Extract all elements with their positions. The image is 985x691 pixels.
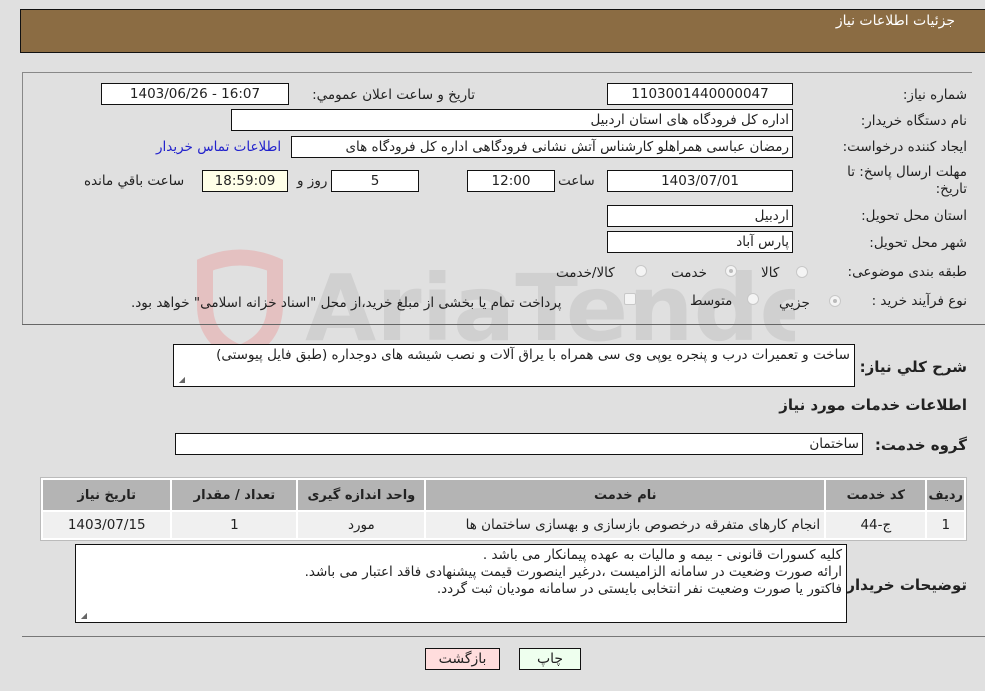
buyer-notes-line: کلیه کسورات قانونی - بیمه و مالیات به عه… xyxy=(482,547,842,563)
table-header-row: ردیف کد خدمت نام خدمت واحد اندازه گیری ت… xyxy=(43,480,964,510)
category-radio-goods-service[interactable] xyxy=(635,265,647,277)
description-text: ساخت و تعمیرات درب و پنجره یوپی وی سی هم… xyxy=(216,347,850,363)
category-label: طبقه بندی موضوعی: xyxy=(847,264,967,280)
buyer-notes-line: ارائه صورت وضعیت در سامانه الزامیست ،درغ… xyxy=(304,564,842,580)
col-row-number: ردیف xyxy=(927,480,964,510)
cell-row-number: 1 xyxy=(927,512,964,538)
process-type-label: نوع فرآیند خرید : xyxy=(871,293,967,309)
cell-unit: مورد xyxy=(298,512,425,538)
buyer-org-field: اداره کل فرودگاه های استان اردبیل xyxy=(231,109,793,131)
need-number-label: شماره نیاز: xyxy=(902,87,967,103)
category-option-service: خدمت xyxy=(671,265,707,281)
description-field[interactable]: ساخت و تعمیرات درب و پنجره یوپی وی سی هم… xyxy=(173,344,855,387)
print-button[interactable]: چاپ xyxy=(519,648,581,670)
delivery-province-label: استان محل تحویل: xyxy=(861,208,967,224)
delivery-province-field: اردبیل xyxy=(607,205,793,227)
requester-field: رمضان عباسی همراهلو کارشناس آتش نشانی فر… xyxy=(291,136,793,158)
resize-grip-icon[interactable]: ◢ xyxy=(79,612,87,620)
col-service-code: کد خدمت xyxy=(826,480,926,510)
services-section-title: اطلاعات خدمات مورد نیاز xyxy=(779,396,967,414)
buyer-notes-line: فاکتور یا صورت وضعیت نفر انتخابی بایستی … xyxy=(436,581,842,597)
need-number-field: 1103001440000047 xyxy=(607,83,793,105)
col-need-date: تاریخ نیاز xyxy=(43,480,171,510)
footer-divider xyxy=(22,636,985,637)
category-option-goods: کالا xyxy=(761,265,780,281)
time-remaining-field: 18:59:09 xyxy=(202,170,288,192)
announce-datetime-label: تاریخ و ساعت اعلان عمومي: xyxy=(312,87,475,103)
deadline-label: مهلت ارسال پاسخ: تا تاریخ: xyxy=(847,164,967,197)
process-option-minor: جزیي xyxy=(779,295,810,311)
table-row: 1 ج-44 انجام کارهای متفرقه درخصوص بازساز… xyxy=(43,512,964,538)
cell-need-date: 1403/07/15 xyxy=(43,512,171,538)
deadline-time-label: ساعت xyxy=(558,173,595,189)
process-radio-minor[interactable] xyxy=(829,295,841,307)
page-title: جزئیات اطلاعات نیاز xyxy=(835,13,955,29)
buyer-notes-field[interactable]: کلیه کسورات قانونی - بیمه و مالیات به عه… xyxy=(75,544,847,623)
deadline-time-field: 12:00 xyxy=(467,170,555,192)
col-unit: واحد اندازه گیری xyxy=(298,480,425,510)
process-radio-medium[interactable] xyxy=(747,293,759,305)
days-remaining-field: 5 xyxy=(331,170,419,192)
treasury-note: پرداخت تمام یا بخشی از مبلغ خرید،از محل … xyxy=(131,295,562,311)
services-table: ردیف کد خدمت نام خدمت واحد اندازه گیری ت… xyxy=(40,477,967,541)
deadline-date-field: 1403/07/01 xyxy=(607,170,793,192)
cell-service-code: ج-44 xyxy=(826,512,926,538)
days-label: روز و xyxy=(297,173,328,189)
panel-divider xyxy=(22,324,985,325)
cell-service-name: انجام کارهای متفرقه درخصوص بازسازی و بهس… xyxy=(426,512,825,538)
service-group-label: گروه خدمت: xyxy=(874,436,967,454)
delivery-city-field: پارس آباد xyxy=(607,231,793,253)
category-option-goods-service: کالا/خدمت xyxy=(556,265,615,281)
treasury-checkbox[interactable] xyxy=(624,293,636,305)
announce-datetime-field: 1403/06/26 - 16:07 xyxy=(101,83,289,105)
cell-quantity: 1 xyxy=(172,512,297,538)
buyer-notes-label: توضیحات خریدار: xyxy=(840,576,967,594)
description-label: شرح كلي نياز: xyxy=(859,358,967,376)
buyer-org-label: نام دستگاه خریدار: xyxy=(860,113,967,129)
col-service-name: نام خدمت xyxy=(426,480,825,510)
service-group-field: ساختمان xyxy=(175,433,863,455)
buyer-contact-link[interactable]: اطلاعات تماس خریدار xyxy=(156,139,281,155)
process-option-medium: متوسط xyxy=(690,293,733,309)
back-button[interactable]: بازگشت xyxy=(425,648,500,670)
category-radio-goods[interactable] xyxy=(796,266,808,278)
resize-grip-icon[interactable]: ◢ xyxy=(177,376,185,384)
time-remaining-label: ساعت باقي مانده xyxy=(84,173,185,189)
requester-label: ایجاد کننده درخواست: xyxy=(842,139,967,155)
col-quantity: تعداد / مقدار xyxy=(172,480,297,510)
category-radio-service[interactable] xyxy=(725,265,737,277)
delivery-city-label: شهر محل تحویل: xyxy=(869,235,967,251)
